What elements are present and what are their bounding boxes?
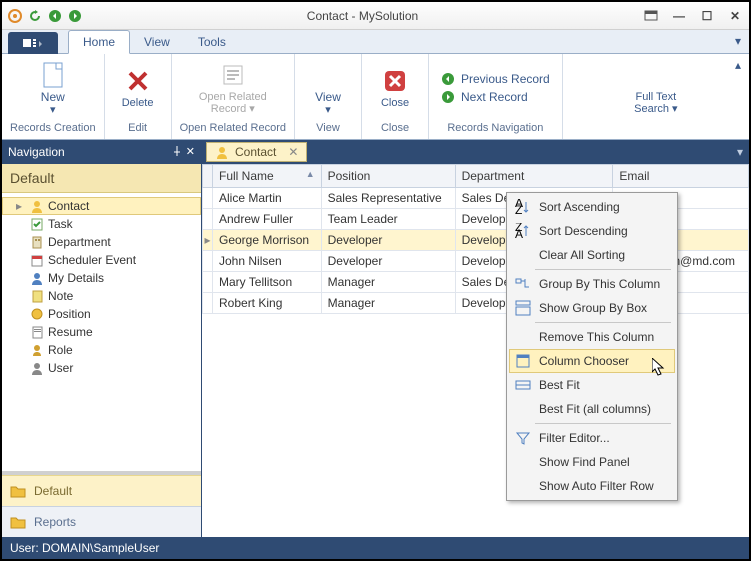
nav-group-default: Default (2, 164, 201, 193)
open-related-button: Open RelatedRecord ▾ (193, 59, 273, 117)
nav-item-position[interactable]: Position (2, 305, 201, 323)
window-title: Contact - MySolution (84, 9, 641, 23)
titlebar: Contact - MySolution — ☐ ✕ (2, 2, 749, 30)
nav-item-my-details[interactable]: My Details (2, 269, 201, 287)
group-records-creation: New▾ Records Creation (2, 54, 105, 139)
group-records-nav: Previous Record Next Record Records Navi… (429, 54, 563, 139)
acc-default[interactable]: Default (2, 475, 201, 506)
group-edit: Delete Edit (105, 54, 172, 139)
tab-tools[interactable]: Tools (184, 31, 240, 53)
pos-icon (30, 307, 44, 321)
next-record-button[interactable]: Next Record (437, 89, 554, 105)
cursor-icon (652, 358, 668, 378)
person-icon (30, 199, 44, 213)
group-open-related: Open RelatedRecord ▾ Open Related Record (172, 54, 295, 139)
filter-icon (515, 430, 531, 446)
prev-record-button[interactable]: Previous Record (437, 71, 554, 87)
ribbon: ▴ New▾ Records Creation Delete Edit (2, 54, 749, 140)
svg-text:A: A (515, 227, 523, 239)
svg-text:Z: Z (515, 203, 522, 215)
folder-icon (10, 484, 26, 498)
pin-icon[interactable] (172, 145, 182, 159)
nav-item-scheduler-event[interactable]: Scheduler Event (2, 251, 201, 269)
fit-icon (515, 377, 531, 393)
col-email[interactable]: Email (613, 165, 749, 188)
navigation-panel: Navigation ✕ Default ▸ContactTaskDepartm… (2, 140, 202, 537)
row-indicator-col (203, 165, 213, 188)
sort-desc-icon: ZA (515, 223, 531, 239)
fulltext-search-button[interactable]: Full TextSearch ▾ (628, 59, 683, 117)
tab-close-icon[interactable]: ✕ (288, 145, 298, 159)
statusbar: User: DOMAIN\SampleUser (2, 537, 749, 559)
menu-sort-ascending[interactable]: AZSort Ascending (509, 195, 675, 219)
content-tab-contact[interactable]: Contact ✕ (206, 142, 307, 162)
menu-show-auto-filter-row[interactable]: Show Auto Filter Row (509, 474, 675, 498)
menu-column-chooser[interactable]: Column Chooser (509, 349, 675, 373)
resume-icon (30, 325, 44, 339)
chooser-icon (515, 353, 531, 369)
forward-icon[interactable] (66, 7, 84, 25)
menu-group-by-this-column[interactable]: Group By This Column (509, 272, 675, 296)
menu-best-fit-all-columns[interactable]: Best Fit (all columns) (509, 397, 675, 421)
col-position[interactable]: Position (321, 165, 455, 188)
sched-icon (30, 253, 44, 267)
note-icon (30, 289, 44, 303)
menu-show-group-by-box[interactable]: Show Group By Box (509, 296, 675, 320)
back-icon[interactable] (46, 7, 64, 25)
ribbon-chevron-icon[interactable]: ▴ (735, 58, 741, 72)
group-fulltext: Full TextSearch ▾ (563, 54, 749, 139)
nav-close-icon[interactable]: ✕ (186, 145, 195, 159)
nav-tree: ▸ContactTaskDepartmentScheduler EventMy … (2, 193, 201, 475)
role-icon (30, 343, 44, 357)
group-close: Close Close (362, 54, 429, 139)
sort-asc-icon: AZ (515, 199, 531, 215)
nav-item-resume[interactable]: Resume (2, 323, 201, 341)
menu-show-find-panel[interactable]: Show Find Panel (509, 450, 675, 474)
task-icon (30, 217, 44, 231)
refresh-icon[interactable] (26, 7, 44, 25)
nav-item-department[interactable]: Department (2, 233, 201, 251)
delete-button[interactable]: Delete (113, 65, 163, 111)
close-record-button[interactable]: Close (370, 65, 420, 111)
folder-icon (10, 515, 26, 529)
tabstrip-chevron-icon[interactable]: ▾ (735, 34, 741, 48)
minimize-button[interactable]: — (669, 8, 689, 24)
group-view: View▾ View (295, 54, 362, 139)
menu-remove-this-column[interactable]: Remove This Column (509, 325, 675, 349)
acc-reports[interactable]: Reports (2, 506, 201, 537)
tab-view[interactable]: View (130, 31, 184, 53)
app-window: Contact - MySolution — ☐ ✕ Home View Too… (0, 0, 751, 561)
col-full-name[interactable]: Full Name (213, 165, 322, 188)
nav-item-note[interactable]: Note (2, 287, 201, 305)
tab-home[interactable]: Home (68, 30, 130, 54)
content-tab-chevron-icon[interactable]: ▾ (737, 145, 743, 159)
nav-item-role[interactable]: Role (2, 341, 201, 359)
user-icon (30, 361, 44, 375)
view-button[interactable]: View▾ (303, 59, 353, 118)
nav-item-user[interactable]: User (2, 359, 201, 377)
column-context-menu: AZSort AscendingZASort DescendingClear A… (506, 192, 678, 501)
content-tabstrip: Contact ✕ ▾ (202, 140, 749, 164)
menu-clear-all-sorting[interactable]: Clear All Sorting (509, 243, 675, 267)
group-icon (515, 276, 531, 292)
new-button[interactable]: New▾ (28, 59, 78, 118)
pin-icon[interactable] (641, 8, 661, 24)
menu-best-fit[interactable]: Best Fit (509, 373, 675, 397)
nav-item-task[interactable]: Task (2, 215, 201, 233)
app-icon (6, 7, 24, 25)
groupbox-icon (515, 300, 531, 316)
person-icon (215, 145, 229, 159)
person2-icon (30, 271, 44, 285)
dept-icon (30, 235, 44, 249)
menu-sort-descending[interactable]: ZASort Descending (509, 219, 675, 243)
maximize-button[interactable]: ☐ (697, 8, 717, 24)
col-department[interactable]: Department (455, 165, 613, 188)
close-button[interactable]: ✕ (725, 8, 745, 24)
nav-header: Navigation ✕ (2, 140, 201, 164)
view-toggle[interactable] (8, 32, 58, 54)
status-user: User: DOMAIN\SampleUser (10, 541, 159, 555)
menu-filter-editor[interactable]: Filter Editor... (509, 426, 675, 450)
ribbon-tabs: Home View Tools ▾ (2, 30, 749, 54)
nav-item-contact[interactable]: ▸Contact (2, 197, 201, 215)
